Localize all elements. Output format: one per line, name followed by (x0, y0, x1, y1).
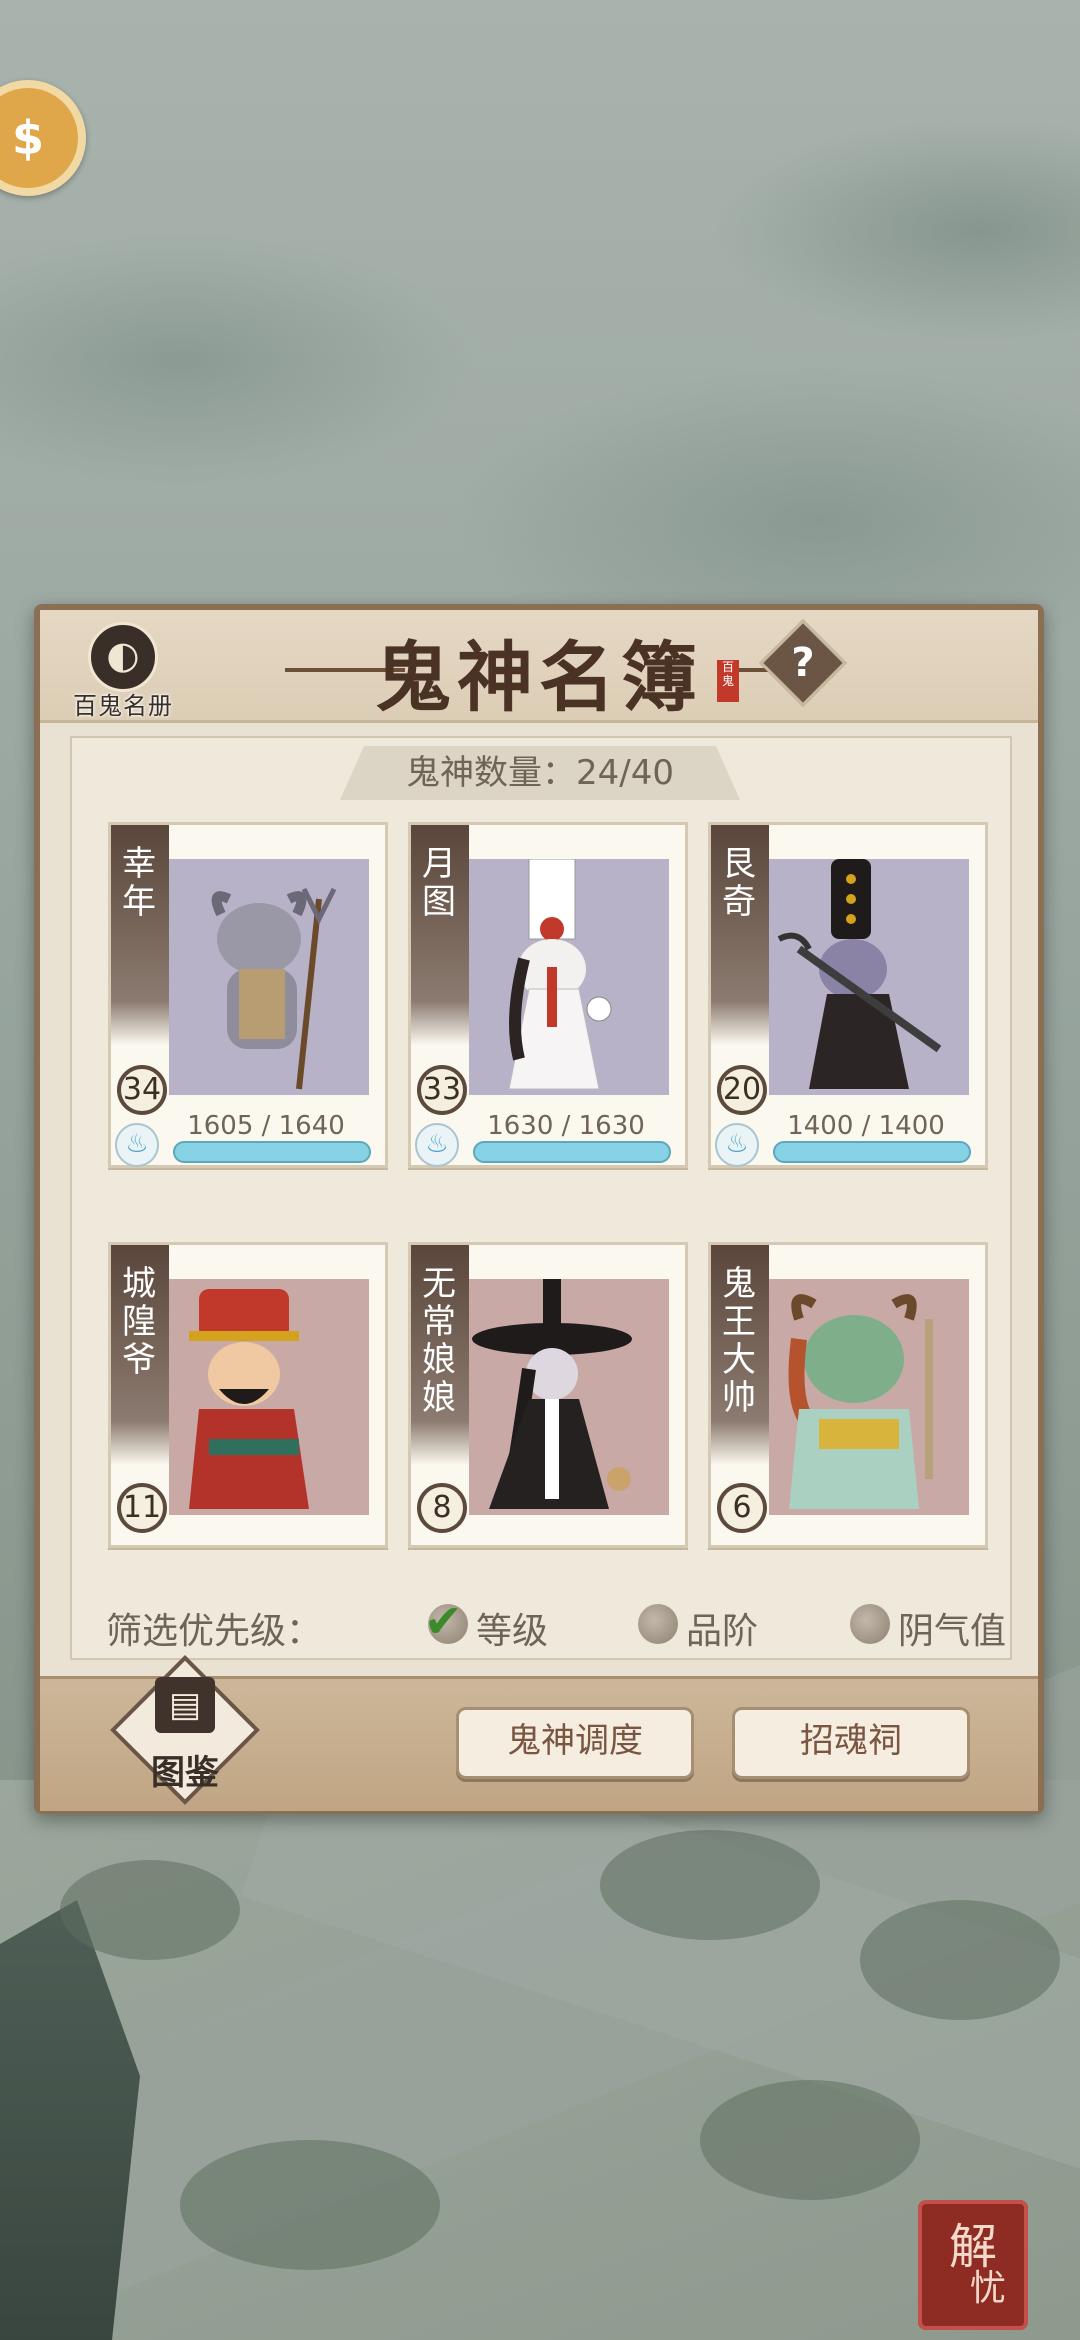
name-strip: 月图 (411, 825, 469, 1045)
codex-label: 图鉴 (151, 1753, 219, 1793)
name-strip: 无常娘娘 (411, 1245, 469, 1465)
spirit-flame-icon: ♨ (715, 1123, 759, 1167)
codex-button[interactable]: ▤ 图鉴 (110, 1655, 260, 1805)
hp-value: 1400 / 1400 (787, 1111, 945, 1141)
ghost-portrait (769, 859, 969, 1095)
tree (60, 1860, 240, 1960)
filter-option-label: 等级 (476, 1611, 549, 1652)
hp-bar (173, 1141, 371, 1163)
hp-value: 1605 / 1640 (187, 1111, 345, 1141)
level-badge: 33 (417, 1065, 467, 1115)
ghost-dispatch-button[interactable]: 鬼神调度 (456, 1707, 694, 1779)
ghost-name: 无常娘娘 (422, 1264, 456, 1418)
level-badge: 6 (717, 1483, 767, 1533)
corner-stamp-button[interactable]: 解 忧 (918, 2200, 1028, 2330)
level-badge: 20 (717, 1065, 767, 1115)
hp-row: ♨ 1400 / 1400 (711, 1111, 985, 1167)
radio-circle (850, 1604, 890, 1644)
checkmark-icon: ✔ (424, 1594, 463, 1648)
ghost-card[interactable]: 鬼王大帅 6 (708, 1242, 988, 1548)
ghost-card[interactable]: 无常娘娘 8 (408, 1242, 688, 1548)
panel-footer: ▤ 图鉴 鬼神调度 招魂祠 (40, 1655, 1038, 1811)
name-strip: 鬼王大帅 (711, 1245, 769, 1465)
tree (860, 1900, 1060, 2020)
tree (180, 2140, 440, 2270)
radio-circle (638, 1604, 678, 1644)
ghost-card[interactable]: 城隍爷 11 (108, 1242, 388, 1548)
filter-option-grade[interactable]: 品阶 (638, 1598, 788, 1652)
ghost-name: 艮奇 (722, 844, 756, 922)
spirit-flame-icon: ♨ (415, 1123, 459, 1167)
level-badge: 8 (417, 1483, 467, 1533)
ghost-card[interactable]: 月图 33 ♨ 1630 / 1630 (408, 822, 688, 1168)
name-strip: 艮奇 (711, 825, 769, 1045)
question-icon: ? (791, 640, 815, 686)
ghost-portrait (169, 859, 369, 1095)
filter-option-label: 阴气值 (898, 1611, 1007, 1652)
ghost-card[interactable]: 幸年 34 ♨ 1605 / 1640 (108, 822, 388, 1168)
soul-shrine-button[interactable]: 招魂祠 (732, 1707, 970, 1779)
ghost-card[interactable]: 艮奇 20 ♨ 1400 / 1400 (708, 822, 988, 1168)
stamp-char-1: 解 (948, 2219, 997, 2275)
filter-label: 筛选优先级： (106, 1611, 323, 1652)
name-strip: 城隍爷 (111, 1245, 169, 1465)
tree (600, 1830, 820, 1940)
ghost-portrait (169, 1279, 369, 1515)
hp-bar (473, 1141, 671, 1163)
level-badge: 11 (117, 1483, 167, 1533)
spirit-flame-icon: ♨ (115, 1123, 159, 1167)
page-title: 鬼神名簿 (375, 633, 703, 722)
ghost-portrait (469, 858, 669, 1095)
filter-option-label: 品阶 (686, 1611, 759, 1652)
ghost-name: 城隍爷 (122, 1264, 156, 1380)
filter-priority: 筛选优先级： ✔ 等级 品阶 阴气值 (106, 1594, 1006, 1654)
level-badge: 34 (117, 1065, 167, 1115)
title-seal: 百鬼 (717, 660, 739, 702)
hp-row: ♨ 1630 / 1630 (411, 1111, 685, 1167)
filter-option-yin-qi[interactable]: 阴气值 (850, 1598, 1030, 1652)
panel-header: ◐ 百鬼名册 鬼神名簿 百鬼 ? (40, 610, 1038, 723)
ghost-portrait (769, 1279, 969, 1515)
name-strip: 幸年 (111, 825, 169, 1045)
ghost-name: 鬼王大帅 (722, 1264, 756, 1418)
hp-row: ♨ 1605 / 1640 (111, 1111, 385, 1167)
tree (700, 2080, 920, 2200)
ghost-name: 月图 (422, 844, 456, 922)
hp-value: 1630 / 1630 (487, 1111, 645, 1141)
stamp-char-2: 忧 (969, 2268, 1006, 2309)
ghost-count: 鬼神数量：24/40 (340, 746, 740, 800)
ghost-portrait (469, 1279, 669, 1515)
scroll-icon: ▤ (155, 1677, 215, 1733)
hp-bar (773, 1141, 971, 1163)
ghost-name: 幸年 (122, 844, 156, 922)
filter-option-level[interactable]: ✔ 等级 (424, 1594, 578, 1652)
ghost-roster-panel: ◐ 百鬼名册 鬼神名簿 百鬼 ? 鬼神数量：24/40 幸年 34 ♨ 1605… (34, 604, 1044, 1814)
